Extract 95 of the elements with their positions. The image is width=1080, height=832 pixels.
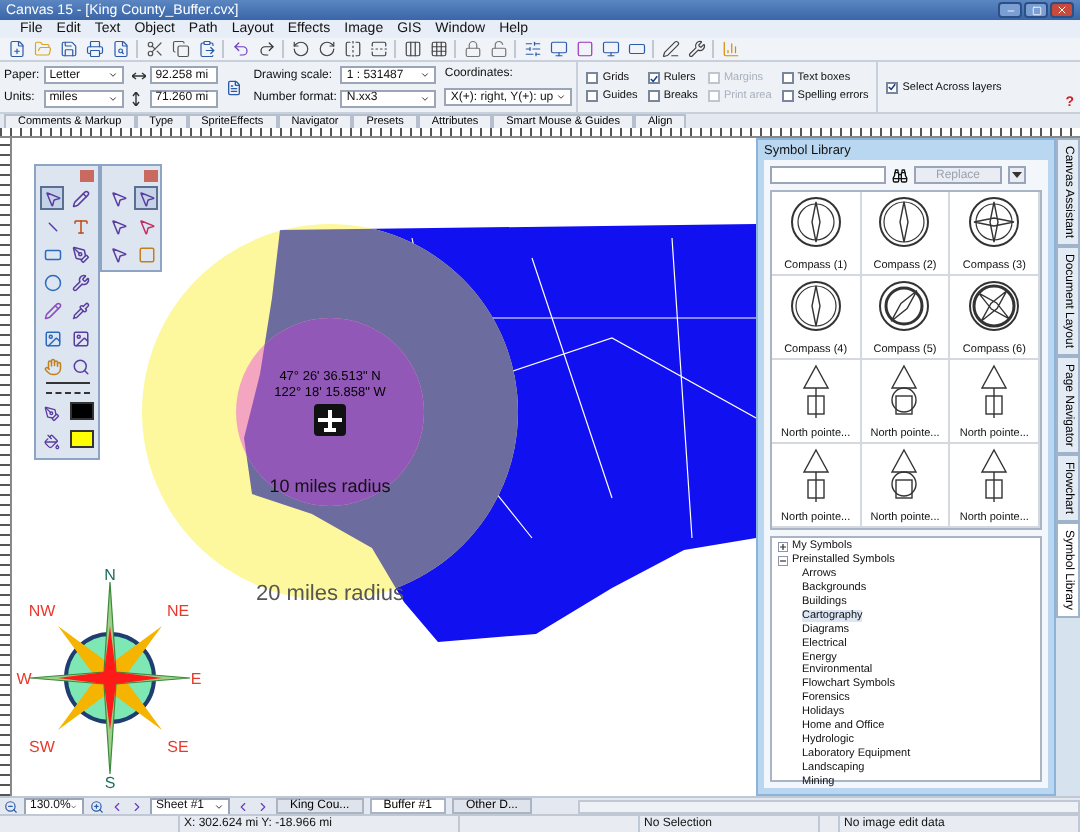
- dropdown-button[interactable]: [1008, 166, 1027, 184]
- pen-tool-icon[interactable]: [69, 242, 94, 266]
- caret-icon[interactable]: [214, 801, 224, 811]
- height-arrow-icon: [131, 91, 140, 106]
- ellipse-tool-icon[interactable]: [40, 270, 65, 294]
- frame-icon[interactable]: [626, 39, 646, 59]
- paint-bucket-icon[interactable]: [40, 430, 65, 454]
- line-style-sample[interactable]: [45, 392, 89, 398]
- lasso-tool-icon[interactable]: [106, 214, 130, 238]
- zoom-tool-icon[interactable]: [69, 354, 94, 378]
- binoculars-icon[interactable]: [892, 167, 908, 183]
- compass-label: NW: [28, 602, 56, 620]
- previous-document-icon[interactable]: [236, 799, 250, 813]
- compass-label: SW: [29, 738, 55, 756]
- caret-icon[interactable]: [420, 93, 431, 104]
- photo-tool-icon[interactable]: [69, 326, 94, 350]
- cut-icon[interactable]: [144, 39, 164, 59]
- compass-symbol-icon[interactable]: [968, 280, 1021, 332]
- flip-vertical-icon[interactable]: [368, 39, 388, 59]
- text-tool-icon[interactable]: [69, 214, 94, 238]
- edit-icon[interactable]: [660, 39, 680, 59]
- maximize-button[interactable]: [1024, 2, 1048, 18]
- horizontal-scrollbar[interactable]: [577, 799, 1080, 813]
- checkbox[interactable]: [781, 90, 794, 102]
- close-button[interactable]: [1050, 2, 1074, 18]
- rotate-right-icon[interactable]: [316, 39, 336, 59]
- next-document-icon[interactable]: [256, 799, 270, 813]
- compass-symbol-icon[interactable]: [878, 280, 931, 332]
- pen-icon[interactable]: [40, 402, 65, 426]
- group-select-tool-icon[interactable]: [106, 242, 130, 266]
- radius-label: 10 miles radius: [269, 476, 391, 496]
- tools-icon[interactable]: [686, 39, 706, 59]
- flip-horizontal-icon[interactable]: [342, 39, 362, 59]
- compass-label: N: [104, 566, 116, 584]
- shape-tool-icon[interactable]: [69, 270, 94, 294]
- collapse-icon[interactable]: [778, 555, 788, 566]
- shape-icon[interactable]: [574, 39, 594, 59]
- node-tool-icon[interactable]: [134, 214, 158, 238]
- unlock-icon[interactable]: [488, 39, 508, 59]
- checkbox[interactable]: [586, 90, 599, 102]
- close-icon[interactable]: [1056, 4, 1068, 16]
- pencil-tool-icon[interactable]: [40, 298, 65, 322]
- compass-symbol-icon[interactable]: [968, 196, 1021, 248]
- window-icon[interactable]: [548, 39, 568, 59]
- new-file-icon[interactable]: [6, 39, 26, 59]
- undo-icon[interactable]: [230, 39, 250, 59]
- distribute-icon[interactable]: [402, 39, 422, 59]
- caret-icon[interactable]: [556, 92, 567, 102]
- next-sheet-icon[interactable]: [130, 799, 144, 813]
- pointer-tool-icon[interactable]: [40, 186, 65, 210]
- airport-icon: [314, 404, 346, 436]
- checkbox[interactable]: [886, 81, 899, 93]
- color-swatch[interactable]: [69, 402, 94, 420]
- direct-select-tool-icon[interactable]: [134, 186, 158, 210]
- image-tool-icon[interactable]: [40, 326, 65, 350]
- expand-icon[interactable]: [778, 541, 788, 552]
- checkbox[interactable]: [647, 90, 660, 102]
- paste-icon[interactable]: [196, 39, 216, 59]
- redo-icon[interactable]: [256, 39, 276, 59]
- document-icon[interactable]: [225, 79, 242, 95]
- compass-label: NE: [166, 602, 190, 620]
- checkbox[interactable]: [781, 72, 794, 84]
- adjust-icon[interactable]: [522, 39, 542, 59]
- caret-icon[interactable]: [420, 70, 431, 81]
- save-icon[interactable]: [58, 39, 78, 59]
- zoom-in-icon[interactable]: [90, 799, 104, 813]
- monitor-icon[interactable]: [600, 39, 620, 59]
- compass-symbol-icon[interactable]: [789, 196, 842, 248]
- compass-symbol-icon[interactable]: [789, 280, 842, 332]
- width-arrow-icon: [131, 71, 146, 80]
- caret-icon[interactable]: [107, 70, 118, 81]
- copy-icon[interactable]: [170, 39, 190, 59]
- rotate-left-icon[interactable]: [290, 39, 310, 59]
- compass-label: S: [104, 774, 116, 792]
- checkbox[interactable]: [647, 72, 660, 84]
- color-swatch[interactable]: [69, 430, 94, 448]
- compass-label: E: [190, 670, 202, 688]
- search-field[interactable]: [770, 166, 886, 184]
- select-tool-icon[interactable]: [106, 186, 130, 210]
- compass-label: SE: [167, 738, 189, 756]
- lock-icon[interactable]: [462, 39, 482, 59]
- previous-sheet-icon[interactable]: [110, 799, 124, 813]
- brush-tool-icon[interactable]: [69, 186, 94, 210]
- zoom-out-icon[interactable]: [4, 799, 18, 813]
- checkbox[interactable]: [586, 72, 599, 84]
- eyedropper-tool-icon[interactable]: [69, 298, 94, 322]
- caret-icon[interactable]: [1012, 172, 1023, 178]
- compass-label: W: [16, 670, 32, 688]
- grid-icon[interactable]: [428, 39, 448, 59]
- caret-icon[interactable]: [107, 93, 118, 104]
- print-icon[interactable]: [84, 39, 104, 59]
- print-preview-icon[interactable]: [110, 39, 130, 59]
- minimize-button[interactable]: [998, 2, 1022, 18]
- compass-symbol-icon[interactable]: [878, 196, 931, 248]
- line-style-sample[interactable]: [45, 382, 89, 388]
